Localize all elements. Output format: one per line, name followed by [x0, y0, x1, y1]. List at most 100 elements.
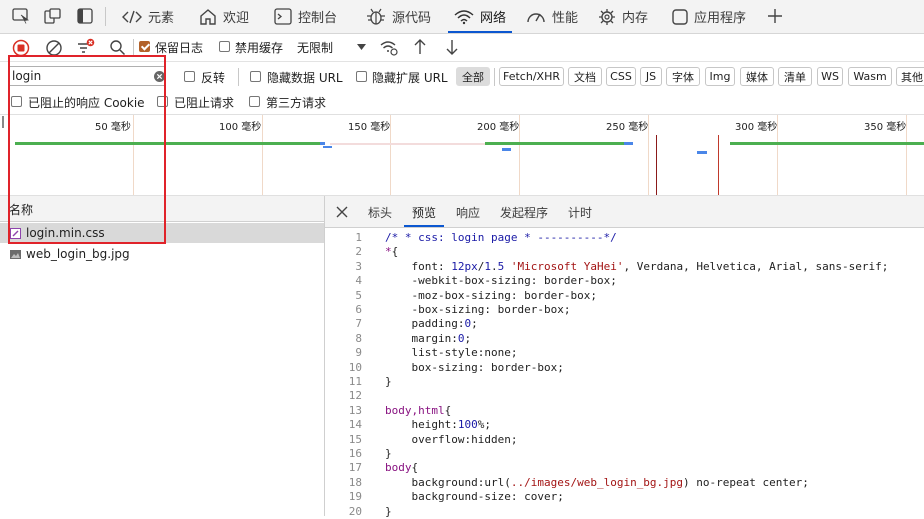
code-line: 4 -webkit-box-sizing: border-box; — [325, 274, 616, 288]
tab-network[interactable]: 网络 — [447, 0, 513, 33]
code-line: 15 overflow:hidden; — [325, 433, 518, 447]
line-number: 10 — [348, 360, 362, 374]
detail-tabbar: 标头 预览 响应 发起程序 计时 — [325, 196, 924, 228]
type-filter-css[interactable]: CSS — [606, 67, 636, 86]
timeline-activity-bar — [624, 142, 633, 145]
more-tabs-plus-icon[interactable] — [767, 8, 783, 24]
clear-filter-icon[interactable] — [154, 71, 165, 82]
filter-input-box[interactable] — [8, 66, 166, 86]
timeline-activity-bar — [323, 146, 332, 148]
filter-input[interactable] — [12, 68, 147, 84]
code-line: 12 — [325, 389, 362, 403]
tab-memory[interactable]: 内存 — [598, 0, 648, 33]
filter-separator — [494, 68, 495, 86]
third-party-checkbox[interactable] — [249, 96, 260, 107]
inspect-element-icon[interactable] — [12, 8, 30, 24]
tab-label: 网络 — [480, 11, 507, 26]
type-filter-js[interactable]: JS — [640, 67, 662, 86]
type-filter-fetch-xhr[interactable]: Fetch/XHR — [499, 67, 564, 86]
hide-ext-url-checkbox[interactable] — [356, 71, 367, 82]
tab-response[interactable]: 响应 — [456, 204, 480, 221]
type-filter-ws[interactable]: WS — [817, 67, 843, 86]
hide-data-url-checkbox[interactable] — [250, 71, 261, 82]
network-toolbar: 保留日志 禁用缓存 无限制 — [0, 34, 924, 61]
type-filter-manifest[interactable]: 清单 — [778, 67, 812, 86]
tab-elements[interactable]: 元素 — [122, 0, 174, 33]
network-overview-timeline[interactable]: 50 毫秒 100 毫秒 150 毫秒 200 毫秒 250 毫秒 300 毫秒… — [0, 114, 924, 196]
tab-welcome[interactable]: 欢迎 — [199, 0, 249, 33]
tab-preview[interactable]: 预览 — [403, 204, 445, 227]
name-column-label: 名称 — [9, 203, 34, 217]
preserve-log-checkbox[interactable] — [139, 41, 150, 52]
tab-timing[interactable]: 计时 — [568, 204, 592, 221]
timeline-tick-label: 300 毫秒 — [735, 122, 778, 133]
divider — [0, 61, 924, 62]
line-text: /* * css: login page * ----------*/ — [385, 231, 617, 244]
timeline-tick-label: 100 毫秒 — [219, 122, 262, 133]
css-file-icon — [10, 227, 21, 239]
device-emulation-icon[interactable] — [44, 8, 62, 24]
home-icon — [200, 9, 216, 25]
line-number: 14 — [348, 418, 362, 432]
timeline-activity-bar — [697, 151, 707, 154]
timeline-gridline — [262, 115, 263, 195]
code-line: 13 body,html{ — [325, 404, 451, 418]
tab-label: 性能 — [552, 11, 579, 26]
tab-headers[interactable]: 标头 — [368, 204, 392, 221]
dock-side-icon[interactable] — [76, 8, 94, 24]
timeline-resize-handle[interactable] — [2, 116, 4, 128]
bug-icon — [367, 8, 385, 25]
invert-checkbox[interactable] — [184, 71, 195, 82]
tab-sources[interactable]: 源代码 — [366, 0, 431, 33]
network-conditions-icon[interactable] — [380, 39, 399, 57]
code-line: 1 /* * css: login page * ----------*/ — [325, 231, 616, 245]
timeline-tick-label: 200 毫秒 — [477, 122, 520, 133]
line-text: } — [385, 447, 392, 460]
request-row[interactable]: login.min.css — [0, 223, 324, 243]
tab-console[interactable]: 控制台 — [274, 0, 337, 33]
throttle-select[interactable]: 无限制 — [292, 36, 370, 58]
line-number: 3 — [355, 259, 362, 273]
code-icon — [122, 10, 142, 23]
type-filter-media[interactable]: 媒体 — [740, 67, 774, 86]
code-preview[interactable]: 1/* * css: login page * ----------*/2 *{3… — [325, 231, 924, 518]
type-filter-img[interactable]: Img — [705, 67, 735, 86]
request-row[interactable]: web_login_bg.jpg — [0, 244, 324, 264]
type-filter-all[interactable]: 全部 — [456, 67, 490, 86]
line-number: 19 — [348, 490, 362, 504]
tab-initiator[interactable]: 发起程序 — [500, 204, 548, 221]
close-icon[interactable] — [336, 206, 348, 218]
filter-icon[interactable] — [76, 38, 96, 58]
blocked-cookies-checkbox[interactable] — [11, 96, 22, 107]
line-number: 16 — [348, 447, 362, 460]
timeline-tick-label: 250 毫秒 — [606, 122, 649, 133]
wifi-icon — [454, 9, 474, 24]
line-number: 5 — [355, 288, 362, 302]
line-number: 18 — [348, 475, 362, 489]
tab-application[interactable]: 应用程序 — [672, 0, 746, 33]
devtools-tabbar: 元素 欢迎 控制台 源代码 网络 性能 内存 应用程序 — [0, 0, 924, 34]
line-text: font: 12px/1.5 'Microsoft YaHei', Verdan… — [411, 259, 889, 273]
timeline-load-marker — [718, 135, 719, 195]
disable-cache-checkbox[interactable] — [219, 41, 230, 52]
tab-label: 控制台 — [298, 11, 338, 26]
code-line: 17 body{ — [325, 461, 418, 475]
toolbar-separator — [133, 39, 134, 57]
request-detail-panel: 标头 预览 响应 发起程序 计时 1 /* * css: login page *… — [325, 196, 924, 518]
name-column-header[interactable]: 名称 — [0, 196, 324, 222]
type-filter-doc[interactable]: 文档 — [568, 67, 602, 86]
gauge-icon — [527, 12, 545, 22]
tab-performance[interactable]: 性能 — [526, 0, 578, 33]
line-text: margin:0; — [411, 331, 472, 345]
record-stop-icon[interactable] — [12, 39, 30, 57]
search-icon[interactable] — [109, 39, 126, 56]
import-har-icon[interactable] — [412, 38, 428, 56]
blocked-requests-checkbox[interactable] — [157, 96, 168, 107]
type-filter-other[interactable]: 其他 — [896, 67, 924, 86]
type-filter-font[interactable]: 字体 — [666, 67, 700, 86]
export-har-icon[interactable] — [444, 38, 460, 56]
clear-icon[interactable] — [45, 39, 63, 57]
type-filter-wasm[interactable]: Wasm — [848, 67, 892, 86]
line-text: list-style:none; — [411, 346, 518, 360]
chevron-down-icon — [357, 44, 366, 50]
